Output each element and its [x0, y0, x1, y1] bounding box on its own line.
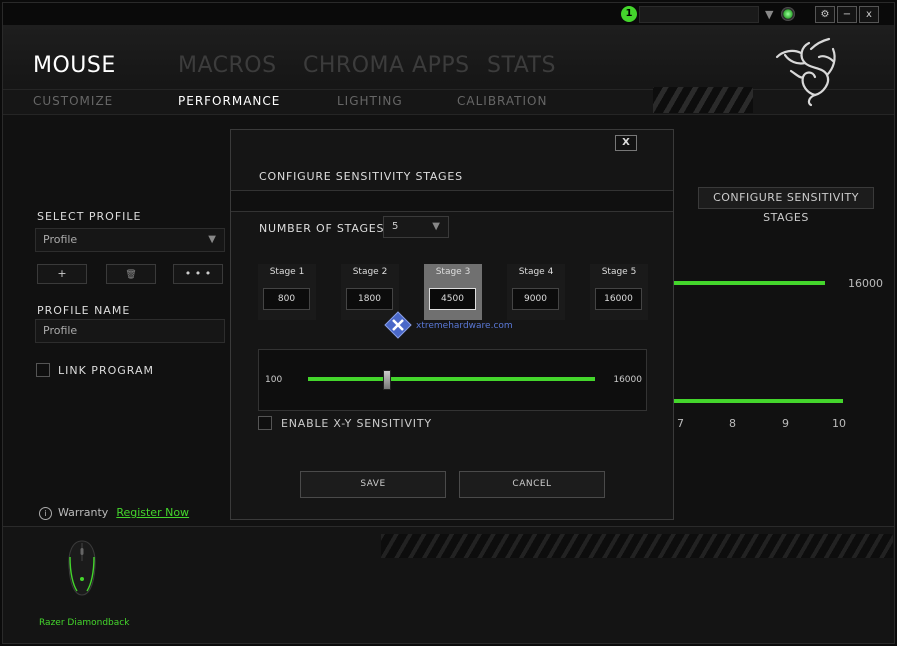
- mouse-device-icon[interactable]: [65, 539, 99, 597]
- tab-chroma-apps[interactable]: CHROMA APPS: [303, 53, 470, 78]
- slider-min-label: 100: [265, 375, 283, 385]
- stage-value-input[interactable]: 4500: [429, 288, 476, 310]
- sensitivity-slider-panel: 100 16000: [258, 349, 647, 411]
- razer-snake-logo: [775, 37, 836, 107]
- footer-stripes: [381, 534, 893, 558]
- chevron-down-icon: ▼: [432, 221, 440, 232]
- save-button[interactable]: SAVE: [300, 471, 446, 498]
- settings-button[interactable]: ⚙: [815, 6, 835, 23]
- stage-label: Stage 3: [435, 267, 471, 277]
- number-of-stages-select[interactable]: 5 ▼: [383, 216, 449, 238]
- select-profile-label: SELECT PROFILE: [37, 210, 142, 223]
- enable-xy-sensitivity-checkbox[interactable]: [258, 416, 272, 430]
- stage-value-input[interactable]: 1800: [346, 288, 393, 310]
- dialog-title: CONFIGURE SENSITIVITY STAGES: [259, 170, 463, 183]
- sensitivity-max-label: 16000: [848, 277, 883, 290]
- stage-card-5[interactable]: Stage 5 16000: [590, 264, 648, 320]
- header-stripes: [653, 87, 753, 113]
- trash-icon: 🗑: [125, 270, 137, 280]
- warranty-label: Warranty: [58, 506, 109, 519]
- device-name-label: Razer Diamondback: [39, 618, 130, 628]
- stage-value-input[interactable]: 9000: [512, 288, 559, 310]
- subtab-performance[interactable]: PERFORMANCE: [178, 94, 280, 108]
- subtab-lighting[interactable]: LIGHTING: [337, 94, 403, 108]
- subtab-customize[interactable]: CUSTOMIZE: [33, 94, 113, 108]
- chevron-down-icon: ▼: [208, 234, 216, 245]
- stage-card-4[interactable]: Stage 4 9000: [507, 264, 565, 320]
- tab-mouse[interactable]: MOUSE: [33, 53, 116, 78]
- stage-value-input[interactable]: 16000: [595, 288, 642, 310]
- add-profile-button[interactable]: +: [37, 264, 87, 284]
- enable-xy-sensitivity-label: ENABLE X-Y SENSITIVITY: [281, 417, 432, 430]
- link-program-label: LINK PROGRAM: [58, 364, 154, 377]
- stage-card-1[interactable]: Stage 1 800: [258, 264, 316, 320]
- register-now-link[interactable]: Register Now: [116, 506, 189, 519]
- configure-sensitivity-stages-button[interactable]: CONFIGURE SENSITIVITY STAGES: [698, 187, 874, 224]
- more-options-button[interactable]: • • •: [173, 264, 223, 284]
- dialog-separator: [231, 190, 673, 212]
- stage-tick: 7: [677, 417, 684, 430]
- account-dropdown-icon[interactable]: ▼: [765, 8, 773, 21]
- sensitivity-line-bottom: [671, 399, 843, 403]
- online-status-icon[interactable]: [781, 7, 795, 21]
- sensitivity-slider-handle[interactable]: [383, 370, 392, 390]
- info-icon: i: [39, 507, 52, 520]
- user-account-field[interactable]: [639, 6, 759, 23]
- tab-macros[interactable]: MACROS: [178, 53, 277, 78]
- cancel-button[interactable]: CANCEL: [459, 471, 605, 498]
- stage-label: Stage 5: [601, 267, 637, 277]
- sub-nav-bar: [3, 89, 894, 115]
- subtab-calibration[interactable]: CALIBRATION: [457, 94, 547, 108]
- dialog-close-button[interactable]: X: [615, 135, 637, 151]
- sensitivity-line-top: [671, 281, 825, 285]
- number-of-stages-value: 5: [392, 221, 399, 232]
- profile-select[interactable]: Profile ▼: [35, 228, 225, 252]
- delete-profile-button[interactable]: 🗑: [106, 264, 156, 284]
- profile-name-label: PROFILE NAME: [37, 304, 131, 317]
- title-bar: 1 ▼ ⚙ − x: [3, 3, 894, 25]
- watermark-text: xtremehardware.com: [416, 321, 513, 331]
- stage-tick: 10: [832, 417, 846, 430]
- stage-label: Stage 2: [352, 267, 388, 277]
- tab-stats[interactable]: STATS: [487, 53, 556, 78]
- watermark: xtremehardware.com: [384, 311, 513, 341]
- stage-tick: 9: [782, 417, 789, 430]
- sensitivity-slider-track[interactable]: [308, 377, 595, 381]
- warranty-row: i Warranty Register Now: [39, 506, 189, 520]
- stage-value-input[interactable]: 800: [263, 288, 310, 310]
- minimize-button[interactable]: −: [837, 6, 857, 23]
- profile-select-value: Profile: [43, 233, 78, 246]
- stage-tick: 8: [729, 417, 736, 430]
- configure-stages-dialog: X CONFIGURE SENSITIVITY STAGES NUMBER OF…: [230, 129, 674, 520]
- close-window-button[interactable]: x: [859, 6, 879, 23]
- watermark-logo-icon: [384, 311, 412, 339]
- stage-label: Stage 1: [269, 267, 305, 277]
- slider-max-label: 16000: [613, 375, 642, 385]
- stage-label: Stage 4: [518, 267, 554, 277]
- link-program-checkbox[interactable]: [36, 363, 50, 377]
- app-window: 1 ▼ ⚙ − x MOUSE MACROS CHROMA APPS STATS…: [2, 2, 895, 644]
- profile-name-input[interactable]: Profile: [35, 319, 225, 343]
- number-of-stages-label: NUMBER OF STAGES: [259, 222, 385, 235]
- notification-badge[interactable]: 1: [621, 6, 637, 22]
